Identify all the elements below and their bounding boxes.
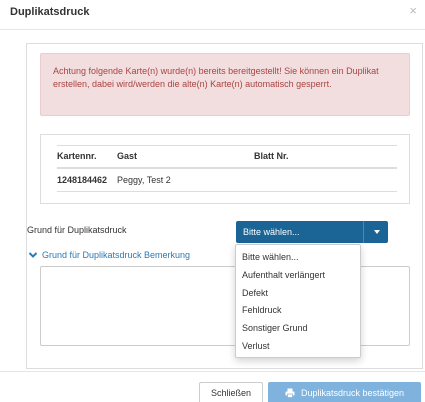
cell-guest: Peggy, Test 2 [117,167,254,192]
close-icon[interactable]: × [409,4,417,17]
option-loss[interactable]: Verlust [236,338,360,356]
remark-toggle-label: Grund für Duplikatsdruck Bemerkung [42,250,191,260]
reason-dropdown-menu: Bitte wählen... Aufenthalt verlängert De… [235,244,361,358]
remark-toggle[interactable]: Grund für Duplikatsdruck Bemerkung [28,250,190,260]
printer-icon [285,388,295,398]
confirm-duplicate-print-button[interactable]: Duplikatsdruck bestätigen [268,382,421,402]
table-row: 1248184462 Peggy, Test 2 [57,167,397,192]
column-header-card-number: Kartennr. [57,145,117,169]
option-other-reason[interactable]: Sonstiger Grund [236,320,360,338]
close-button[interactable]: Schließen [199,382,263,402]
column-header-sheet-number: Blatt Nr. [254,145,397,169]
reason-select-value[interactable]: Bitte wählen... [236,221,363,243]
modal-header: Duplikatsdruck × [0,0,425,30]
chevron-down-icon [28,252,38,258]
confirm-button-label: Duplikatsdruck bestätigen [300,388,405,398]
column-header-guest: Gast [117,145,254,169]
modal-footer: Schließen Duplikatsdruck bestätigen [0,371,425,402]
dialog-panel: Achtung folgende Karte(n) wurde(n) berei… [26,43,423,369]
modal-title: Duplikatsdruck [10,6,90,18]
option-stay-extended[interactable]: Aufenthalt verlängert [236,267,360,285]
duplicate-print-dialog: Duplikatsdruck × Achtung folgende Karte(… [0,0,425,402]
reason-select[interactable]: Bitte wählen... [236,221,388,243]
option-please-choose[interactable]: Bitte wählen... [236,249,360,267]
cards-table: Kartennr. Gast Blatt Nr. 1248184462 Pegg… [57,145,397,192]
reason-label: Grund für Duplikatsdruck [27,225,127,235]
cell-card-number: 1248184462 [57,167,117,192]
warning-alert: Achtung folgende Karte(n) wurde(n) berei… [40,53,410,116]
table-header-row: Kartennr. Gast Blatt Nr. [57,145,397,169]
cell-sheet-number [254,167,397,192]
cards-table-box: Kartennr. Gast Blatt Nr. 1248184462 Pegg… [40,134,410,204]
caret-down-icon[interactable] [363,221,388,243]
option-misprint[interactable]: Fehldruck [236,302,360,320]
option-defect[interactable]: Defekt [236,285,360,303]
